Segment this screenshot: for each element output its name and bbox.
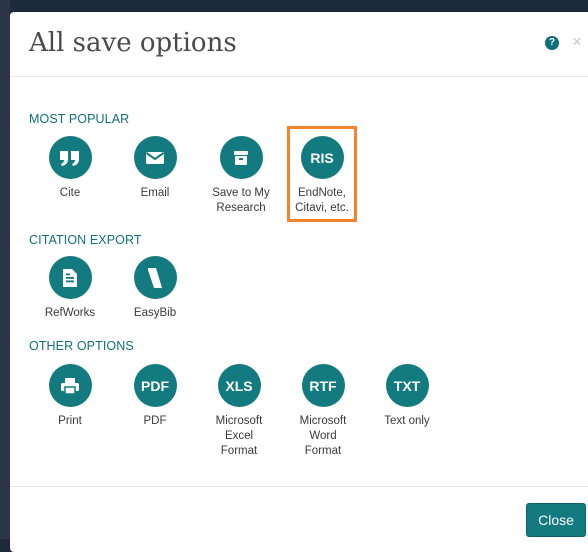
option-label: RefWorks	[44, 307, 96, 319]
save-option-my-research[interactable]: Save to My Research	[206, 136, 276, 216]
section-label-other-options: OTHER OPTIONS	[29, 339, 134, 353]
export-option-easybib[interactable]: EasyBib	[120, 256, 190, 321]
dialog-header: All save options ? ×	[10, 12, 588, 77]
highlight-box	[287, 126, 357, 222]
printer-icon	[48, 364, 92, 407]
option-label: Microsoft Excel Format	[215, 415, 263, 457]
archive-box-icon	[219, 136, 263, 179]
option-label: Microsoft Word Format	[299, 415, 347, 457]
other-option-pdf[interactable]: PDF PDF	[120, 364, 190, 429]
option-label: Cite	[59, 187, 81, 199]
export-option-refworks[interactable]: RefWorks	[35, 256, 105, 321]
section-label-most-popular: MOST POPULAR	[29, 112, 130, 126]
pdf-format-icon: PDF	[133, 364, 177, 407]
option-label: Text only	[384, 415, 430, 427]
easybib-logo-icon	[133, 256, 177, 299]
option-label: PDF	[143, 415, 167, 427]
other-option-word[interactable]: RTF Microsoft Word Format	[288, 364, 358, 459]
option-label: EasyBib	[133, 307, 177, 319]
footer-divider	[10, 486, 588, 487]
section-label-citation-export: CITATION EXPORT	[29, 233, 142, 247]
option-label: Save to My Research	[212, 187, 270, 214]
other-option-excel[interactable]: XLS Microsoft Excel Format	[204, 364, 274, 459]
document-icon	[48, 256, 92, 299]
close-button[interactable]: Close	[526, 503, 586, 537]
save-options-dialog: All save options ? × MOST POPULAR Cite E…	[10, 12, 588, 552]
rtf-format-icon: RTF	[301, 364, 345, 407]
quote-icon	[48, 136, 92, 179]
option-label: Email	[140, 187, 170, 199]
close-icon[interactable]: ×	[572, 32, 582, 52]
option-label: Print	[58, 415, 82, 427]
dialog-title: All save options	[29, 28, 237, 58]
other-option-text-only[interactable]: TXT Text only	[372, 364, 442, 429]
other-option-print[interactable]: Print	[35, 364, 105, 429]
txt-format-icon: TXT	[385, 364, 429, 407]
save-option-email[interactable]: Email	[120, 136, 190, 201]
envelope-icon	[133, 136, 177, 179]
save-option-cite[interactable]: Cite	[35, 136, 105, 201]
help-icon[interactable]: ?	[545, 36, 559, 50]
background-page	[0, 0, 10, 539]
xls-format-icon: XLS	[217, 364, 261, 407]
